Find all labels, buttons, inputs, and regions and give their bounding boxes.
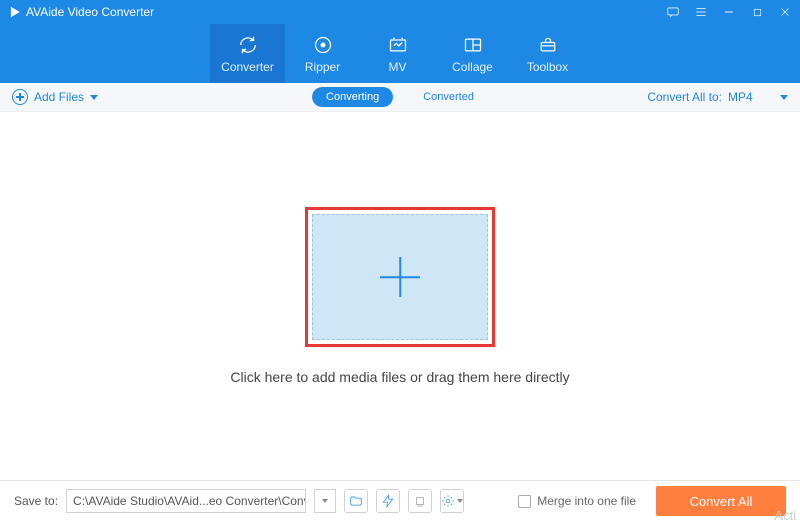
- speed-button[interactable]: [376, 489, 400, 513]
- close-button[interactable]: [778, 5, 792, 19]
- chevron-down-icon: [457, 499, 463, 503]
- output-format-select[interactable]: MP4: [728, 90, 788, 104]
- nav-collage[interactable]: Collage: [435, 24, 510, 83]
- folder-icon: [349, 494, 363, 508]
- save-to-label: Save to:: [14, 494, 58, 508]
- converter-icon: [237, 34, 259, 56]
- convert-all-to-label: Convert All to:: [647, 90, 722, 104]
- chevron-down-icon: [322, 499, 328, 503]
- feedback-icon[interactable]: [666, 5, 680, 19]
- drop-highlight-border: [305, 207, 495, 347]
- minimize-button[interactable]: [722, 5, 736, 19]
- nav-ripper[interactable]: Ripper: [285, 24, 360, 83]
- play-triangle-icon: [8, 5, 22, 19]
- plus-icon: [380, 257, 420, 297]
- gpu-button[interactable]: OFF: [408, 489, 432, 513]
- save-path-dropdown[interactable]: [314, 489, 336, 513]
- merge-checkbox[interactable]: Merge into one file: [518, 494, 636, 508]
- main-area: Click here to add media files or drag th…: [0, 112, 800, 480]
- app-logo: AVAide Video Converter: [8, 5, 154, 19]
- nav-label: Converter: [221, 60, 274, 74]
- save-path-value: C:\AVAide Studio\AVAid...eo Converter\Co…: [73, 494, 306, 508]
- collage-icon: [463, 34, 483, 56]
- chevron-down-icon: [90, 95, 98, 100]
- save-path-field[interactable]: C:\AVAide Studio\AVAid...eo Converter\Co…: [66, 489, 306, 513]
- convert-all-label: Convert All: [690, 494, 753, 509]
- nav-label: MV: [389, 60, 407, 74]
- convert-all-button[interactable]: Convert All: [656, 486, 786, 516]
- nav-mv[interactable]: MV: [360, 24, 435, 83]
- add-files-button[interactable]: Add Files: [12, 89, 98, 105]
- menu-icon[interactable]: [694, 5, 708, 19]
- bottom-bar: Save to: C:\AVAide Studio\AVAid...eo Con…: [0, 480, 800, 521]
- tab-converting[interactable]: Converting: [312, 87, 393, 107]
- nav-converter[interactable]: Converter: [210, 24, 285, 83]
- drop-zone[interactable]: [312, 214, 488, 340]
- maximize-button[interactable]: [750, 5, 764, 19]
- window-controls: [666, 5, 792, 19]
- toolbox-icon: [538, 34, 558, 56]
- plus-circle-icon: [12, 89, 28, 105]
- settings-button[interactable]: [440, 489, 464, 513]
- ripper-icon: [313, 34, 333, 56]
- app-title: AVAide Video Converter: [26, 5, 154, 19]
- nav-label: Ripper: [305, 60, 340, 74]
- titlebar: AVAide Video Converter: [0, 0, 800, 24]
- nav-label: Collage: [452, 60, 493, 74]
- merge-label: Merge into one file: [537, 494, 636, 508]
- status-tabs: Converting: [312, 87, 393, 107]
- lightning-icon: [381, 494, 395, 508]
- sub-toolbar: Add Files Converting Converted Convert A…: [0, 83, 800, 112]
- drop-instruction: Click here to add media files or drag th…: [230, 369, 569, 385]
- top-nav: Converter Ripper MV Collage Toolbox: [0, 24, 800, 83]
- add-files-label: Add Files: [34, 90, 84, 104]
- nav-label: Toolbox: [527, 60, 568, 74]
- output-format-value: MP4: [728, 90, 753, 104]
- convert-all-to: Convert All to: MP4: [647, 90, 788, 104]
- gear-icon: [441, 494, 455, 508]
- open-folder-button[interactable]: [344, 489, 368, 513]
- svg-text:OFF: OFF: [417, 504, 423, 508]
- nav-toolbox[interactable]: Toolbox: [510, 24, 585, 83]
- tab-converted[interactable]: Converted: [409, 87, 488, 107]
- chevron-down-icon: [780, 95, 788, 100]
- checkbox-icon: [518, 495, 531, 508]
- chip-off-icon: OFF: [413, 494, 427, 508]
- mv-icon: [388, 34, 408, 56]
